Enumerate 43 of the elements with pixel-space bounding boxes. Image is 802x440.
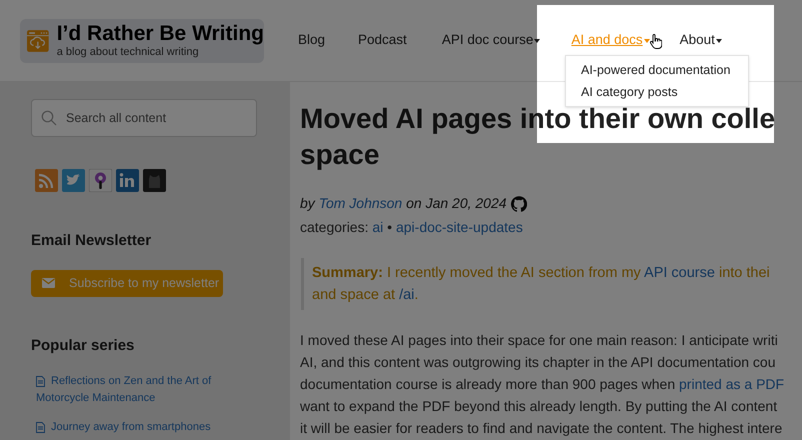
document-icon <box>36 376 45 387</box>
body-text: AI, and this content was outgrowing its chapter in the API documentation cou <box>300 353 777 372</box>
nav-link[interactable]: API doc course <box>442 30 540 51</box>
nav-link[interactable]: Podcast <box>358 30 407 51</box>
text-link[interactable]: api-doc-site-updates <box>396 219 523 235</box>
caret-icon <box>534 38 540 42</box>
podcast-icon[interactable] <box>89 169 112 192</box>
linkedin-icon[interactable] <box>116 169 139 192</box>
body-text: documentation course is already more than 900 pages when printed as a PDF <box>300 375 786 394</box>
body-text: it will be easier for readers to find and navigate the content. The highest intere <box>300 419 784 438</box>
nav-link[interactable]: Blog <box>298 30 326 51</box>
body-text: I moved these AI pages into their space for one main reason: I anticipate writi <box>300 331 779 350</box>
text-link[interactable]: printed as a PDF <box>679 376 784 392</box>
github-icon[interactable] <box>510 196 527 212</box>
search-icon <box>41 110 57 126</box>
caret-icon <box>716 38 722 42</box>
series-link[interactable]: Reflections on Zen and the Art of Motorcycle Maintenance <box>36 373 212 407</box>
nav-link[interactable]: AI and docs <box>571 30 650 51</box>
document-icon <box>36 422 45 433</box>
categories-text: categories: ai • api-doc-site-updates <box>300 218 524 237</box>
byline-text: by Tom Johnson on Jan 20, 2024 <box>300 194 507 213</box>
logo-card[interactable]: I’d Rather Be Writing a blog about technical writing <box>20 18 264 62</box>
envelope-icon <box>42 278 55 288</box>
hand-cursor-icon <box>650 34 662 50</box>
body-text: want to expand the PDF beyond this already length. By putting the AI content <box>300 397 778 416</box>
site-tagline: a blog about technical writing <box>56 46 200 59</box>
text-link[interactable]: ai <box>372 219 384 235</box>
subscribe-button[interactable]: Subscribe to my newsletter <box>31 270 223 296</box>
text-link[interactable]: /ai <box>399 287 414 303</box>
text-link[interactable]: API course <box>644 265 715 281</box>
summary-text: Summary: I recently moved the AI section from my API course into thei <box>312 264 771 283</box>
rss-icon[interactable] <box>35 169 58 192</box>
menu-item[interactable]: AI category posts <box>566 81 748 103</box>
nav-link[interactable]: About <box>680 30 722 51</box>
search-field[interactable]: Search all content <box>31 99 257 137</box>
text-link[interactable]: Tom Johnson <box>318 195 402 211</box>
summary-text: and space at /ai. <box>312 286 420 305</box>
section-heading: Email Newsletter <box>31 231 152 251</box>
series-link[interactable]: Journey away from smartphones <box>36 419 211 436</box>
bird-icon[interactable] <box>62 169 85 192</box>
section-heading: Popular series <box>31 336 136 356</box>
menu-item[interactable]: AI-powered documentation <box>566 59 748 81</box>
site-title: I’d Rather Be Writing <box>56 22 264 46</box>
